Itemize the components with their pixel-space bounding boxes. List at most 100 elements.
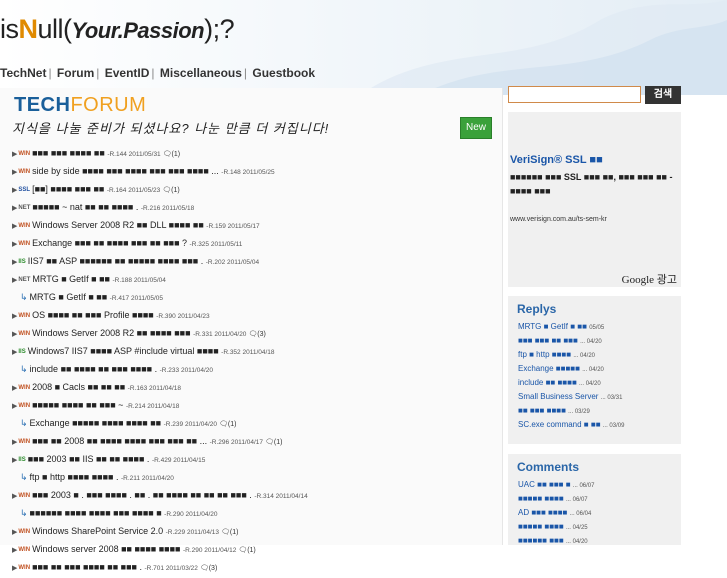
comments-item[interactable]: AD ■■■ ■■■■ ... 06/04 (518, 506, 681, 520)
nav-eventid[interactable]: EventID (105, 66, 150, 80)
post-row[interactable]: ▶NET MRTG ■ GetIf ■ ■■ -R.188 2011/05/04 (0, 270, 502, 288)
post-row[interactable]: ▶WIN Windows SharePoint Service 2.0 -R.22… (0, 522, 502, 540)
post-title[interactable]: Exchange ■■■■■ ■■■■ ■■■■ ■■ (30, 418, 162, 428)
post-row[interactable]: ▶WIN ■■■ ■■ 2008 ■■ ■■■■ ■■■■ ■■■ ■■■ ■■ … (0, 432, 502, 450)
post-row[interactable]: ▶WIN ■■■ 2003 ■ . ■■■ ■■■■ . ■■ . ■■ ■■■■… (0, 486, 502, 504)
comments-item[interactable]: ■■■■■ ■■■■ ... 06/07 (518, 492, 681, 506)
nav-forum[interactable]: Forum (57, 66, 94, 80)
post-row[interactable]: ▶WIN Windows Server 2008 R2 ■■ ■■■■ ■■■ -… (0, 324, 502, 342)
post-meta: -R.164 2011/05/23 (106, 187, 161, 194)
comments-item-text[interactable]: ■■■■■■ ■■■ (518, 536, 564, 545)
nav-guestbook[interactable]: Guestbook (252, 66, 315, 80)
post-title[interactable]: Windows Server 2008 R2 ■■ ■■■■ ■■■ (32, 328, 190, 338)
replys-item-text[interactable]: SC.exe command ■ ■■ (518, 420, 601, 429)
post-title[interactable]: side by side ■■■■ ■■■ ■■■■ ■■■ ■■■ ■■■■ … (32, 166, 219, 176)
post-row[interactable]: ▶NET ■■■■■ ~ nat ■■ ■■ ■■■■ . -R.216 2011… (0, 198, 502, 216)
replys-item[interactable]: Exchange ■■■■■ ... 04/20 (518, 362, 681, 376)
post-title[interactable]: include ■■ ■■■■ ■■ ■■■ ■■■■ . (30, 364, 158, 374)
category-tag: WIN (18, 528, 31, 535)
comments-item-text[interactable]: UAC ■■ ■■■ ■ (518, 480, 571, 489)
post-row[interactable]: ↳ ■■■■■■ ■■■■ ■■■■ ■■■ ■■■■ ■ -R.290 2011… (0, 504, 502, 522)
post-row[interactable]: ▶WIN OS ■■■■ ■■ ■■■ Profile ■■■■ -R.390 2… (0, 306, 502, 324)
post-title[interactable]: 2008 ■ Cacls ■■ ■■ ■■ (32, 382, 125, 392)
post-row[interactable]: ▶IIS IIS7 ■■ ASP ■■■■■■ ■■ ■■■■■ ■■■■ ■■■… (0, 252, 502, 270)
post-title[interactable]: Windows Server 2008 R2 ■■ DLL ■■■■ ■■ (32, 220, 204, 230)
post-row[interactable]: ▶WIN ■■■ ■■ ■■■ ■■■■ ■■ ■■■ . -R.701 2011… (0, 558, 502, 576)
replys-item-text[interactable]: MRTG ■ GetIf ■ ■■ (518, 322, 587, 331)
replys-item[interactable]: MRTG ■ GetIf ■ ■■ 05/05 (518, 320, 681, 334)
post-meta: -R.163 2011/04/18 (127, 385, 182, 392)
post-title[interactable]: [■■] ■■■■ ■■■ ■■ (32, 184, 104, 194)
post-row[interactable]: ↳ ftp ■ http ■■■■ ■■■■ . -R.211 2011/04/2… (0, 468, 502, 486)
post-row[interactable]: ▶IIS ■■■ 2003 ■■ IIS ■■ ■■ ■■■■ . -R.429 … (0, 450, 502, 468)
comments-item-text[interactable]: ■■■■■ ■■■■ (518, 494, 564, 503)
post-title[interactable]: Windows server 2008 ■■ ■■■■ ■■■■ (32, 544, 180, 554)
post-title[interactable]: ■■■■■ ~ nat ■■ ■■ ■■■■ . (32, 202, 138, 212)
replys-item[interactable]: include ■■ ■■■■ ... 04/20 (518, 376, 681, 390)
replys-item-date: ... 04/20 (579, 381, 601, 387)
google-ad-label[interactable]: Google 광고 (622, 271, 677, 287)
post-title[interactable]: OS ■■■■ ■■ ■■■ Profile ■■■■ (32, 310, 154, 320)
replys-item[interactable]: Small Business Server ... 03/31 (518, 390, 681, 404)
comment-icon: 🗨 (217, 421, 228, 428)
post-row[interactable]: ↳ include ■■ ■■■■ ■■ ■■■ ■■■■ . -R.233 20… (0, 360, 502, 378)
replys-item[interactable]: ftp ■ http ■■■■ ... 04/20 (518, 348, 681, 362)
comments-item[interactable]: ■■■■■ ■■■■ ... 04/25 (518, 520, 681, 534)
post-title[interactable]: ■■■ ■■ ■■■ ■■■■ ■■ ■■■ . (32, 562, 142, 572)
category-tag: IIS (18, 456, 26, 463)
replys-item-text[interactable]: Small Business Server (518, 392, 598, 401)
comments-list: UAC ■■ ■■■ ■ ... 06/07 ■■■■■ ■■■■ ... 06/… (508, 474, 681, 548)
post-title[interactable]: ■■■■■■ ■■■■ ■■■■ ■■■ ■■■■ ■ (30, 508, 162, 518)
post-title[interactable]: ftp ■ http ■■■■ ■■■■ . (30, 472, 119, 482)
post-row[interactable]: ▶WIN side by side ■■■■ ■■■ ■■■■ ■■■ ■■■ ■… (0, 162, 502, 180)
post-row[interactable]: ▶IIS Windows7 IIS7 ■■■■ ASP #include virt… (0, 342, 502, 360)
post-row[interactable]: ▶WIN ■■■ ■■■ ■■■■ ■■ -R.144 2011/05/31 🗨(… (0, 144, 502, 162)
post-row[interactable]: ↳ MRTG ■ GetIf ■ ■■ -R.417 2011/05/05 (0, 288, 502, 306)
replys-item-text[interactable]: include ■■ ■■■■ (518, 378, 577, 387)
comment-icon: 🗨 (246, 331, 258, 338)
replys-item-text[interactable]: ■■ ■■■ ■■■■ (518, 406, 566, 415)
comment-count: (1) (227, 421, 237, 428)
nav-miscellaneous[interactable]: Miscellaneous (160, 66, 242, 80)
post-title[interactable]: IIS7 ■■ ASP ■■■■■■ ■■ ■■■■■ ■■■■ ■■■ . (28, 256, 203, 266)
post-row[interactable]: ▶WIN Windows server 2008 ■■ ■■■■ ■■■■ -R.… (0, 540, 502, 558)
bullet-arrow-icon: ▶ (12, 187, 18, 194)
post-row[interactable]: ↳ Exchange ■■■■■ ■■■■ ■■■■ ■■ -R.239 2011… (0, 414, 502, 432)
replys-item[interactable]: ■■ ■■■ ■■■■ ... 03/29 (518, 404, 681, 418)
post-row[interactable]: ▶WIN ■■■■■ ■■■■ ■■ ■■■ ~ -R.214 2011/04/1… (0, 396, 502, 414)
ad-title[interactable]: VeriSign® SSL ■■ (510, 154, 603, 166)
bullet-arrow-icon: ▶ (12, 529, 18, 536)
comments-item-text[interactable]: ■■■■■ ■■■■ (518, 522, 564, 531)
post-title[interactable]: Windows7 IIS7 ■■■■ ASP #include virtual … (28, 346, 219, 356)
comments-item[interactable]: UAC ■■ ■■■ ■ ... 06/07 (518, 478, 681, 492)
replys-item-text[interactable]: ftp ■ http ■■■■ (518, 350, 571, 359)
post-row[interactable]: ▶SSL [■■] ■■■■ ■■■ ■■ -R.164 2011/05/23 🗨… (0, 180, 502, 198)
post-title[interactable]: ■■■ 2003 ■■ IIS ■■ ■■ ■■■■ . (28, 454, 150, 464)
replys-item[interactable]: ■■■ ■■■ ■■ ■■■ ... 04/20 (518, 334, 681, 348)
post-title[interactable]: Windows SharePoint Service 2.0 (32, 526, 163, 536)
category-tag: WIN (18, 168, 31, 175)
site-logo[interactable]: isNull(Your.Passion);? (0, 14, 235, 45)
ad-url[interactable]: www.verisign.com.au/ts-sem-kr (510, 216, 607, 223)
post-title[interactable]: ■■■ 2003 ■ . ■■■ ■■■■ . ■■ . ■■ ■■■■ ■■ … (32, 490, 252, 500)
comments-item[interactable]: ■■■■■■ ■■■ ... 04/20 (518, 534, 681, 548)
replys-item-text[interactable]: ■■■ ■■■ ■■ ■■■ (518, 336, 578, 345)
post-title[interactable]: MRTG ■ GetIf ■ ■■ (32, 274, 110, 284)
post-title[interactable]: ■■■ ■■ 2008 ■■ ■■■■ ■■■■ ■■■ ■■■ ■■ ... (32, 436, 207, 446)
post-row[interactable]: ▶WIN Exchange ■■■ ■■ ■■■■ ■■■ ■■ ■■■ ? -R… (0, 234, 502, 252)
search-button[interactable]: 검색 (645, 86, 681, 104)
post-title[interactable]: ■■■■■ ■■■■ ■■ ■■■ ~ (32, 400, 123, 410)
post-title[interactable]: MRTG ■ GetIf ■ ■■ (30, 292, 108, 302)
post-row[interactable]: ▶WIN 2008 ■ Cacls ■■ ■■ ■■ -R.163 2011/04… (0, 378, 502, 396)
replys-item[interactable]: SC.exe command ■ ■■ ... 03/09 (518, 418, 681, 432)
category-tag: WIN (18, 222, 31, 229)
new-post-button[interactable]: New (460, 117, 492, 139)
post-title[interactable]: Exchange ■■■ ■■ ■■■■ ■■■ ■■ ■■■ ? (32, 238, 187, 248)
post-title[interactable]: ■■■ ■■■ ■■■■ ■■ (32, 148, 105, 158)
comments-item-text[interactable]: AD ■■■ ■■■■ (518, 508, 567, 517)
nav-technet[interactable]: TechNet (0, 66, 46, 80)
replys-item-text[interactable]: Exchange ■■■■■ (518, 364, 580, 373)
ad-box[interactable]: VeriSign® SSL ■■ ■■■■■■ ■■■ SSL ■■■ ■■, … (508, 112, 681, 287)
post-row[interactable]: ▶WIN Windows Server 2008 R2 ■■ DLL ■■■■ ■… (0, 216, 502, 234)
search-input[interactable] (508, 86, 641, 103)
